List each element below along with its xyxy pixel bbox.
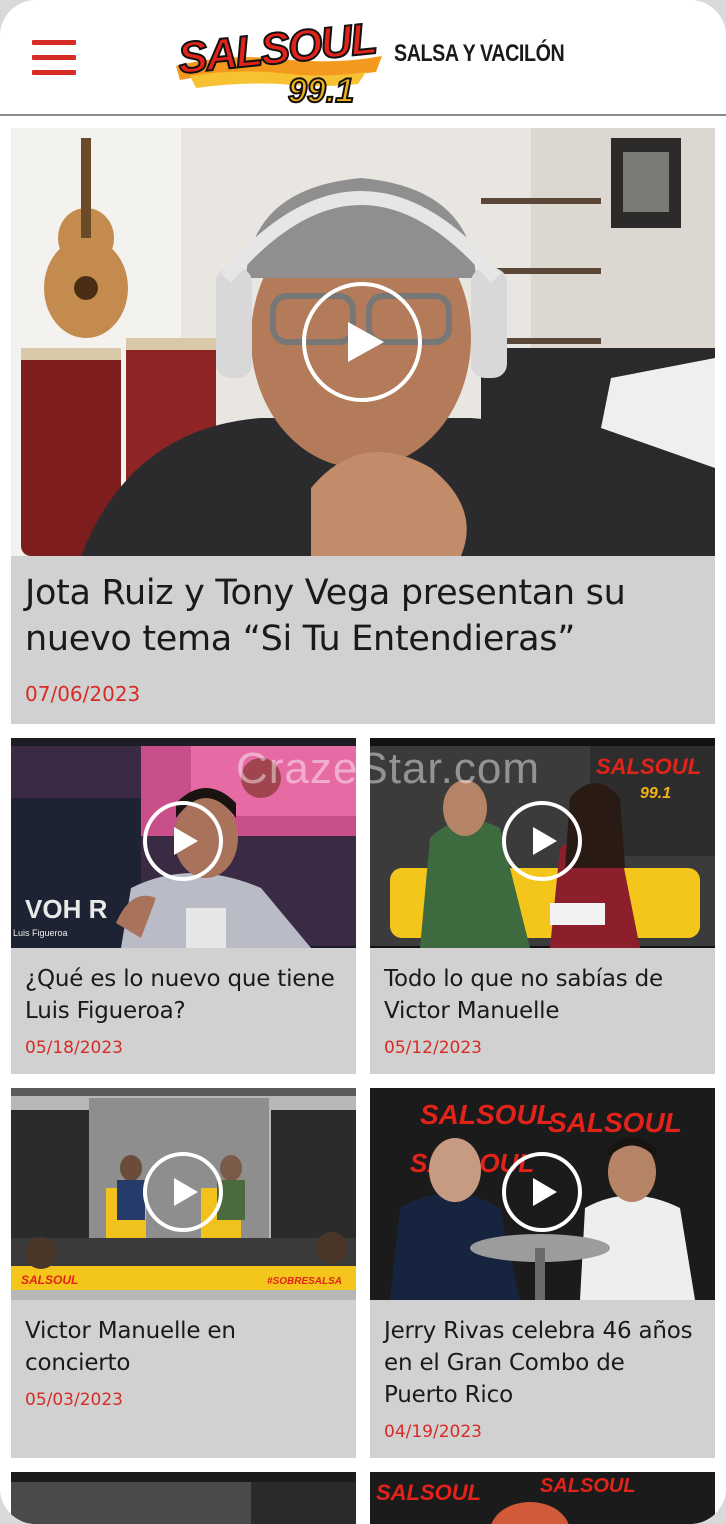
- svg-text:SALSOUL: SALSOUL: [596, 754, 701, 779]
- play-circle-icon[interactable]: [502, 1152, 582, 1232]
- thumbnail-caption: Luis Figueroa: [13, 928, 68, 938]
- svg-text:99.1: 99.1: [640, 785, 671, 802]
- video-date: 05/18/2023: [25, 1038, 123, 1058]
- svg-text:#SOBRESALSA: #SOBRESALSA: [267, 1276, 342, 1287]
- svg-text:VOH R: VOH R: [25, 894, 108, 924]
- app-header: SALSOUL 99.1 SALSA Y VACILÓN: [0, 0, 726, 116]
- video-card[interactable]: SALSOUL #SOBRESALSA Victor Manuelle en c…: [11, 1088, 356, 1458]
- station-tagline: SALSA Y VACILÓN: [394, 40, 565, 67]
- video-date: 04/19/2023: [384, 1422, 482, 1442]
- video-card[interactable]: [11, 1472, 356, 1524]
- station-logo[interactable]: SALSOUL 99.1: [170, 12, 390, 111]
- hamburger-menu-icon[interactable]: [32, 40, 76, 76]
- video-date: 05/12/2023: [384, 1038, 482, 1058]
- salsoul-logo-icon: SALSOUL 99.1: [175, 13, 382, 111]
- svg-text:SALSOUL: SALSOUL: [376, 1480, 481, 1505]
- video-title[interactable]: ¿Qué es lo nuevo que tiene Luis Figueroa…: [25, 963, 345, 1027]
- video-thumbnail[interactable]: SALSOUL #SOBRESALSA: [11, 1088, 356, 1300]
- featured-video-card[interactable]: Jota Ruiz y Tony Vega presentan su nuevo…: [11, 128, 715, 724]
- svg-text:SALSOUL: SALSOUL: [540, 1475, 636, 1497]
- app-frame: SALSOUL 99.1 SALSA Y VACILÓN Jota Ruiz y…: [0, 0, 726, 1524]
- play-circle-icon[interactable]: [502, 801, 582, 881]
- video-card[interactable]: VOH R Luis Figueroa ¿Qué es lo nuevo que…: [11, 738, 356, 1074]
- video-title[interactable]: Victor Manuelle en concierto: [25, 1315, 345, 1379]
- play-circle-icon[interactable]: [302, 282, 422, 402]
- video-title[interactable]: Todo lo que no sabías de Victor Manuelle: [384, 963, 704, 1027]
- video-thumbnail[interactable]: SALSOUL 99.1: [370, 738, 715, 948]
- play-circle-icon[interactable]: [143, 1152, 223, 1232]
- svg-text:SALSOUL: SALSOUL: [420, 1099, 554, 1130]
- video-thumbnail[interactable]: SALSOUL SALSOUL: [370, 1472, 715, 1524]
- play-circle-icon[interactable]: [143, 801, 223, 881]
- featured-video-title[interactable]: Jota Ruiz y Tony Vega presentan su nuevo…: [25, 570, 715, 662]
- video-thumbnail[interactable]: [11, 1472, 356, 1524]
- video-card[interactable]: SALSOUL SALSOUL SALSOUL Jerry Rivas cele…: [370, 1088, 715, 1458]
- video-card[interactable]: SALSOUL 99.1 Todo lo que no sabías de Vi…: [370, 738, 715, 1074]
- video-card[interactable]: SALSOUL SALSOUL: [370, 1472, 715, 1524]
- video-feed: Jota Ruiz y Tony Vega presentan su nuevo…: [0, 118, 726, 1524]
- svg-text:SALSOUL: SALSOUL: [548, 1107, 682, 1138]
- featured-video-date: 07/06/2023: [25, 682, 141, 706]
- video-date: 05/03/2023: [25, 1390, 123, 1410]
- svg-text:99.1: 99.1: [288, 72, 354, 106]
- svg-text:SALSOUL: SALSOUL: [21, 1273, 78, 1287]
- video-thumbnail[interactable]: VOH R Luis Figueroa: [11, 738, 356, 948]
- featured-video-thumbnail[interactable]: [11, 128, 715, 556]
- video-title[interactable]: Jerry Rivas celebra 46 años en el Gran C…: [384, 1315, 704, 1411]
- video-thumbnail[interactable]: SALSOUL SALSOUL SALSOUL: [370, 1088, 715, 1300]
